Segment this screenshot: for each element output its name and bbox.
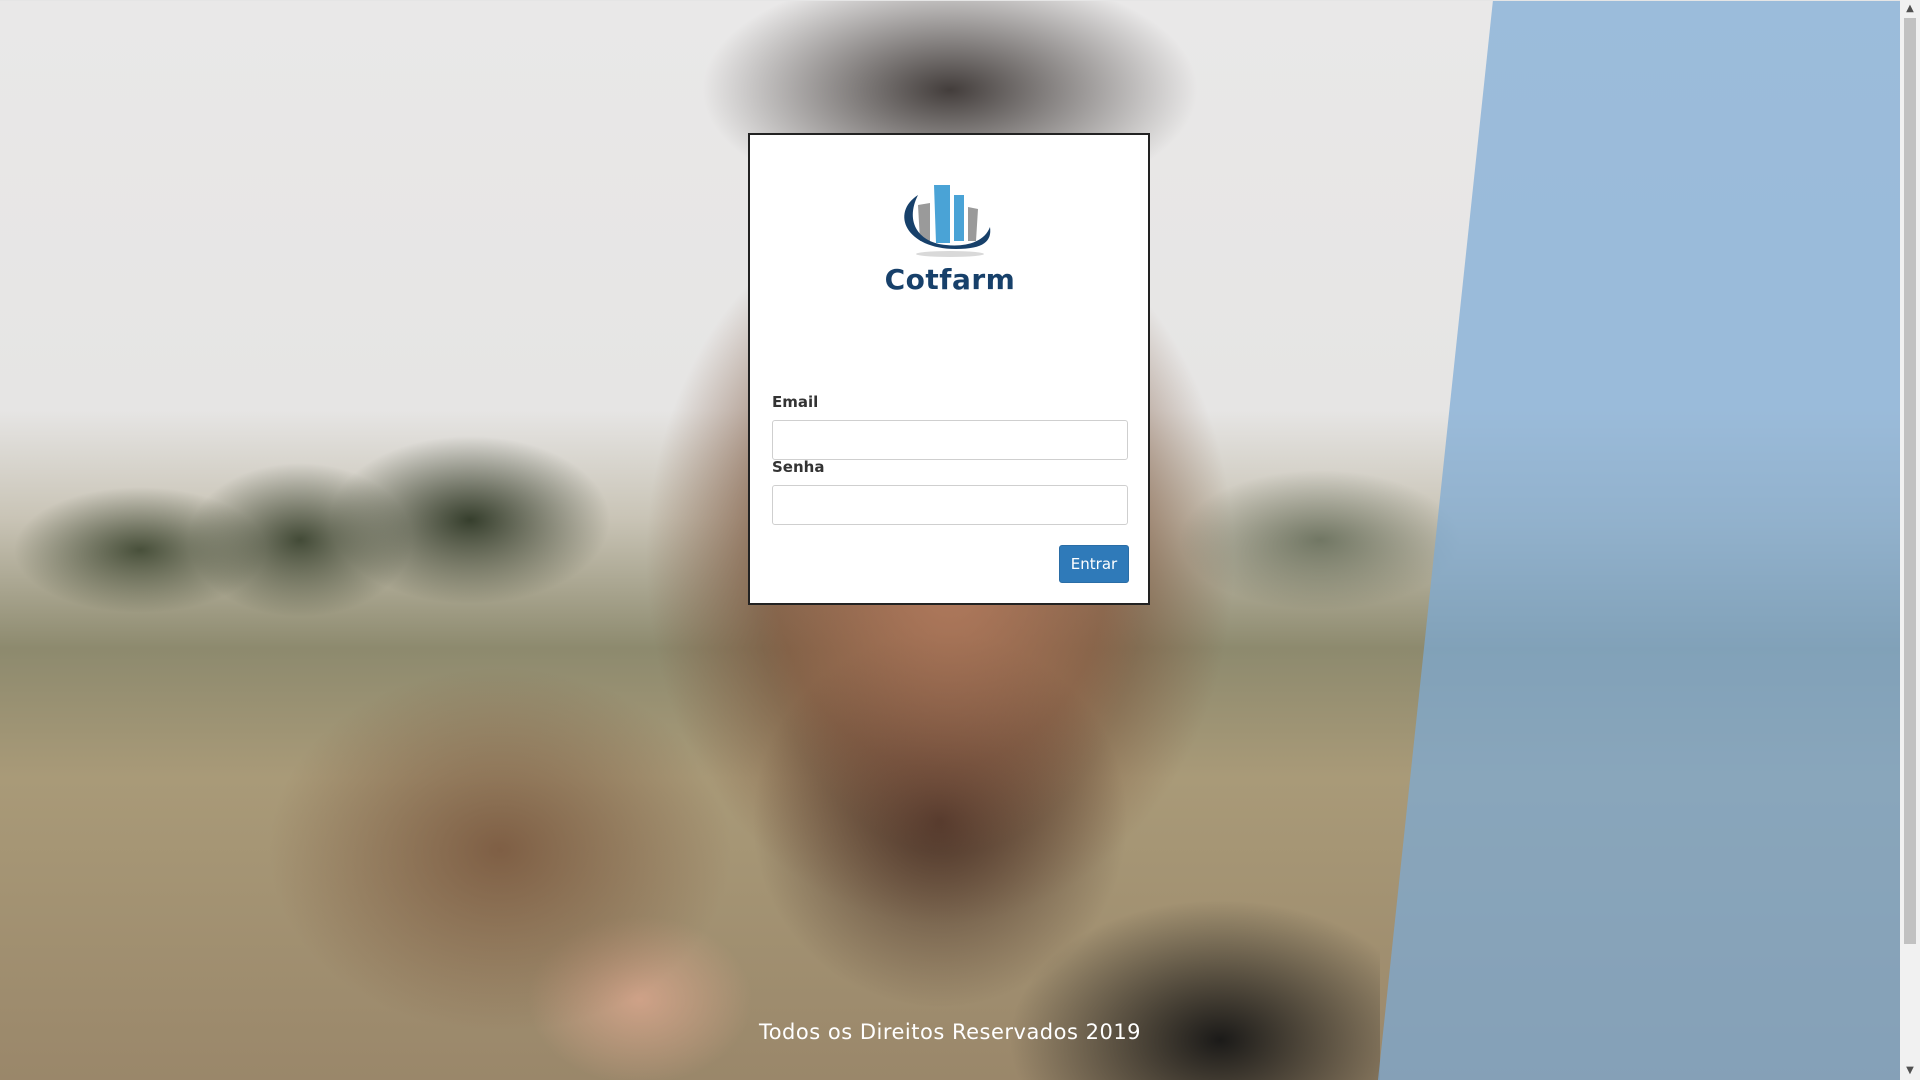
scroll-up-arrow-icon[interactable]: ▲: [1900, 0, 1920, 18]
footer-copyright: Todos os Direitos Reservados 2019: [758, 1020, 1142, 1044]
email-field[interactable]: [772, 420, 1128, 460]
scroll-down-arrow-icon[interactable]: ▼: [1900, 1062, 1920, 1080]
top-border: [0, 0, 1900, 1]
password-label: Senha: [772, 458, 825, 476]
bar-chart-swoosh-icon: [904, 185, 991, 257]
brand-name: Cotfarm: [884, 263, 1016, 296]
email-label: Email: [772, 393, 819, 411]
scroll-thumb[interactable]: [1904, 18, 1916, 944]
password-field[interactable]: [772, 485, 1128, 525]
page-viewport: Cotfarm Email Senha Entrar Todos os Dire…: [0, 0, 1900, 1080]
login-submit-button[interactable]: Entrar: [1059, 545, 1129, 583]
background-child: [170, 620, 870, 1080]
login-card: Cotfarm Email Senha Entrar: [748, 133, 1150, 605]
vertical-scrollbar[interactable]: ▲ ▼: [1900, 0, 1920, 1080]
cotfarm-logo: Cotfarm: [860, 183, 1040, 296]
